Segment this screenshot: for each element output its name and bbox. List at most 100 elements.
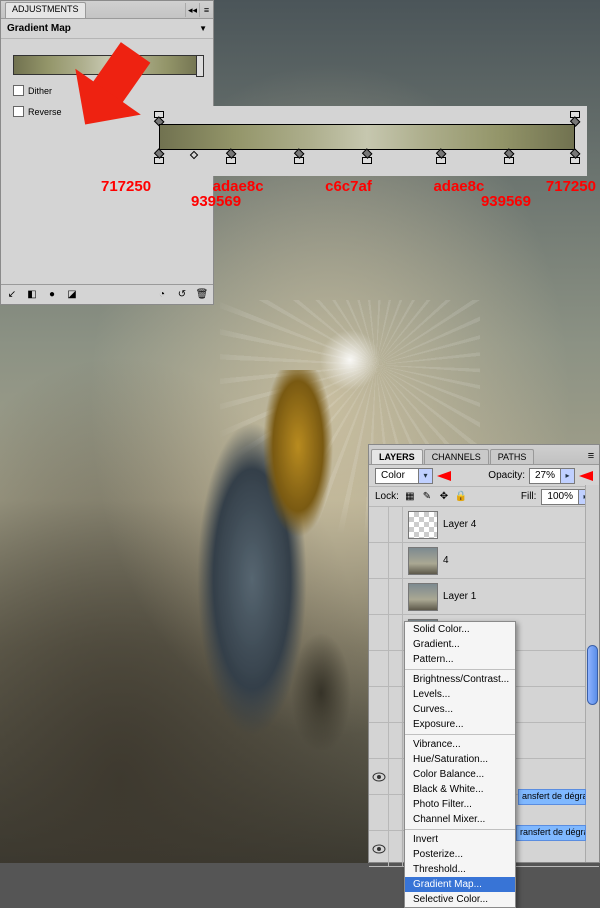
menu-separator [405, 829, 515, 830]
lock-label: Lock: [375, 491, 399, 502]
scroll-thumb[interactable] [587, 645, 598, 705]
visibility-toggle[interactable] [369, 723, 389, 758]
menu-item[interactable]: Brightness/Contrast... [405, 672, 515, 687]
menu-separator [405, 734, 515, 735]
menu-item[interactable]: Channel Mixer... [405, 812, 515, 827]
visibility-toggle[interactable] [369, 507, 389, 542]
arrow-icon[interactable]: ↙ [5, 288, 19, 302]
menu-item[interactable]: Selective Color... [405, 892, 515, 907]
menu-item[interactable]: Solid Color... [405, 622, 515, 637]
menu-item-gradient-map[interactable]: Gradient Map... [405, 877, 515, 892]
callout-arrow-icon [579, 471, 593, 481]
tab-channels[interactable]: CHANNELS [424, 449, 489, 464]
tab-layers[interactable]: LAYERS [371, 449, 423, 464]
eye-icon [372, 844, 386, 854]
color-stop[interactable] [225, 150, 237, 164]
menu-item[interactable]: Photo Filter... [405, 797, 515, 812]
opacity-stop[interactable] [569, 111, 581, 125]
scrollbar[interactable] [585, 485, 599, 862]
visibility-toggle[interactable] [369, 615, 389, 650]
trash-icon[interactable]: 🗑 [195, 288, 209, 302]
lock-pixels-icon[interactable]: ✎ [421, 491, 433, 503]
adjustment-title: Gradient Map [7, 23, 71, 34]
panel-menu-icon[interactable]: ≡ [199, 3, 213, 17]
menu-item[interactable]: Invert [405, 832, 515, 847]
visibility-toggle[interactable] [369, 831, 389, 866]
color-stop[interactable] [361, 150, 373, 164]
tab-paths[interactable]: PATHS [490, 449, 535, 464]
menu-item[interactable]: Black & White... [405, 782, 515, 797]
layer-row[interactable]: 4 [369, 543, 599, 579]
gradient-ramp[interactable] [159, 124, 575, 150]
color-stop[interactable] [153, 150, 165, 164]
adjustments-tabbar: ADJUSTMENTS ◂◂ ≡ [1, 1, 213, 19]
menu-item[interactable]: Hue/Saturation... [405, 752, 515, 767]
chevron-right-icon[interactable]: ▸ [560, 469, 574, 483]
adjustment-layer-menu: Solid Color... Gradient... Pattern... Br… [404, 621, 516, 908]
menu-item[interactable]: Vibrance... [405, 737, 515, 752]
layer-name: Layer 4 [443, 519, 476, 530]
adjustments-footer: ↙ ◧ ● ◪ ◔ ↺ 🗑 [1, 284, 213, 304]
clip-icon[interactable]: ◔ [155, 288, 169, 302]
expand-icon[interactable]: ◧ [25, 288, 39, 302]
lock-position-icon[interactable]: ✥ [438, 491, 450, 503]
collapse-icon[interactable]: ◂◂ [185, 3, 199, 17]
visibility-toggle[interactable] [369, 795, 389, 830]
layer-thumbnail[interactable] [408, 511, 438, 539]
layer-name-fragment: ansfert de dégradé 3 [518, 789, 586, 805]
eye-icon[interactable]: ● [45, 288, 59, 302]
adjustments-tab[interactable]: ADJUSTMENTS [5, 2, 86, 18]
menu-item[interactable]: Exposure... [405, 717, 515, 732]
color-stop[interactable] [569, 150, 581, 164]
layer-thumbnail[interactable] [408, 547, 438, 575]
dither-checkbox[interactable] [13, 85, 24, 96]
menu-item[interactable]: Threshold... [405, 862, 515, 877]
opacity-label: Opacity: [488, 470, 525, 481]
menu-item[interactable]: Gradient... [405, 637, 515, 652]
visibility-toggle[interactable] [369, 543, 389, 578]
fill-value: 100% [542, 491, 578, 502]
layer-row[interactable]: Layer 1 [369, 579, 599, 615]
reset-icon[interactable]: ↺ [175, 288, 189, 302]
opacity-stop[interactable] [153, 111, 165, 125]
visibility-toggle[interactable] [369, 759, 389, 794]
color-stop[interactable] [503, 150, 515, 164]
midpoint-handle[interactable] [190, 151, 198, 159]
color-stop[interactable] [435, 150, 447, 164]
visibility-toggle[interactable] [369, 579, 389, 614]
callout-arrow-icon [437, 471, 451, 481]
menu-separator [405, 669, 515, 670]
gradient-slider-handle[interactable] [196, 55, 204, 77]
layer-row[interactable]: Layer 4 [369, 507, 599, 543]
layers-tabbar: LAYERS CHANNELS PATHS ≡ [369, 445, 599, 465]
menu-item[interactable]: Color Balance... [405, 767, 515, 782]
opacity-input[interactable]: 27% ▸ [529, 468, 575, 484]
reverse-checkbox[interactable] [13, 106, 24, 117]
blend-mode-value: Color [376, 470, 418, 481]
menu-item[interactable]: Curves... [405, 702, 515, 717]
layer-name: 4 [443, 555, 449, 566]
layer-thumbnail[interactable] [408, 583, 438, 611]
chevron-down-icon[interactable]: ▼ [199, 24, 207, 33]
menu-item[interactable]: Posterize... [405, 847, 515, 862]
fill-label: Fill: [521, 491, 537, 502]
color-stop[interactable] [293, 150, 305, 164]
menu-item[interactable]: Levels... [405, 687, 515, 702]
gradient-editor [147, 106, 587, 176]
lock-transparency-icon[interactable]: ▦ [404, 491, 416, 503]
panel-menu-icon[interactable]: ≡ [583, 450, 599, 464]
hex-label: 717250 [101, 178, 151, 198]
reverse-label: Reverse [28, 107, 62, 117]
layer-icon[interactable]: ◪ [65, 288, 79, 302]
lock-row: Lock: ▦ ✎ ✥ 🔒 Fill: 100% ▸ [369, 487, 599, 507]
lock-all-icon[interactable]: 🔒 [455, 491, 467, 503]
visibility-toggle[interactable] [369, 651, 389, 686]
menu-item[interactable]: Pattern... [405, 652, 515, 667]
hex-label: 939569 [191, 193, 241, 213]
blend-mode-select[interactable]: Color ▾ [375, 468, 433, 484]
blend-row: Color ▾ Opacity: 27% ▸ [369, 465, 599, 487]
chevron-down-icon[interactable]: ▾ [418, 469, 432, 483]
visibility-toggle[interactable] [369, 687, 389, 722]
layer-name-fragment: ransfert de dégrad... [516, 825, 586, 841]
hex-label: 939569 [481, 193, 531, 213]
